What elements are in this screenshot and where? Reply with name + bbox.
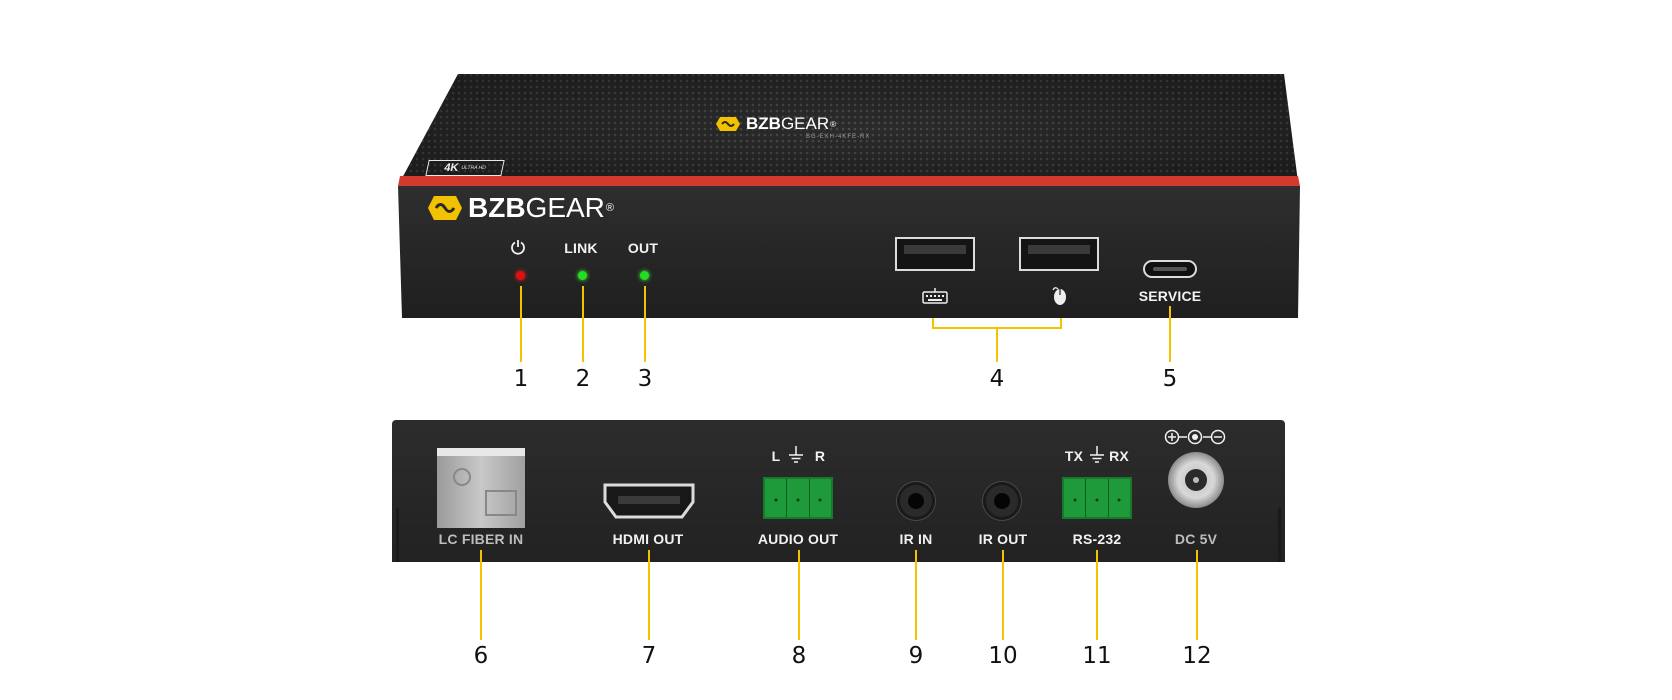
callout-line-5	[1169, 306, 1171, 362]
callout-line-7	[648, 550, 650, 640]
port-label-audio-out: AUDIO OUT	[757, 531, 839, 547]
badge-4k: 4K	[443, 162, 460, 174]
callout-12: 12	[1182, 643, 1212, 669]
keyboard-icon	[922, 288, 948, 304]
usb-keyboard-port	[895, 237, 975, 271]
port-label-ir-out: IR OUT	[978, 531, 1028, 547]
port-label-dc-5v: DC 5V	[1174, 531, 1218, 547]
lid-brand-light: GEAR	[780, 114, 830, 133]
callout-line-6	[480, 550, 482, 640]
mouse-icon	[1052, 287, 1066, 305]
ground-icon	[1090, 446, 1104, 463]
lid-brand-bold: BZB	[746, 114, 781, 133]
out-led	[640, 271, 649, 280]
usb-c-service-port	[1143, 260, 1197, 278]
service-label: SERVICE	[1138, 288, 1202, 304]
callout-line-8	[798, 550, 800, 640]
lid-brand-reg: ®	[830, 119, 837, 129]
4k-ultra-hd-badge: 4K ULTRA HD	[425, 160, 505, 176]
ir-out-jack	[983, 482, 1021, 520]
rear-device-panel	[392, 420, 1285, 562]
port-label-rs232: RS-232	[1072, 531, 1122, 547]
callout-line-3	[644, 286, 646, 362]
callout-10: 10	[988, 643, 1018, 669]
lid-brand-logo: BZB GEAR ®	[716, 114, 836, 134]
terminal-pin	[1064, 479, 1087, 517]
lc-fiber-sfp-cage	[437, 448, 525, 528]
callout-4: 4	[989, 366, 1005, 392]
terminal-pin	[810, 479, 831, 517]
badge-ultra-hd: ULTRA HD	[460, 165, 487, 171]
callout-11: 11	[1082, 643, 1112, 669]
front-brand-light: GEAR	[525, 192, 605, 223]
callout-8: 8	[791, 643, 807, 669]
callout-line-11	[1096, 550, 1098, 640]
rear-panel-edge-left	[396, 508, 399, 562]
dc-5v-jack	[1168, 452, 1224, 508]
callout-3: 3	[637, 366, 653, 392]
rs232-pin-rx: RX	[1109, 448, 1129, 464]
model-number: BG-EXH-4KFE-RX	[806, 134, 871, 140]
power-led	[516, 271, 525, 280]
rs232-terminal-block	[1062, 477, 1132, 519]
power-icon	[511, 240, 525, 255]
port-label-hdmi-out: HDMI OUT	[612, 531, 684, 547]
callout-9: 9	[908, 643, 924, 669]
link-led	[578, 271, 587, 280]
callout-6: 6	[473, 643, 489, 669]
callout-line-12	[1196, 550, 1198, 640]
callout-line-1	[520, 286, 522, 362]
callout-2: 2	[575, 366, 591, 392]
led-label-link: LINK	[564, 240, 598, 256]
front-device-top	[398, 74, 1300, 318]
hdmi-out-port	[603, 483, 695, 519]
ir-in-jack	[897, 482, 935, 520]
callout-line-4c	[996, 327, 998, 362]
terminal-pin	[765, 479, 788, 517]
audio-pin-r: R	[814, 448, 826, 464]
rs232-pin-tx: TX	[1064, 448, 1084, 464]
front-brand-bold: BZB	[468, 192, 526, 223]
audio-pin-l: L	[771, 448, 781, 464]
callout-line-9	[915, 550, 917, 640]
callout-line-10	[1002, 550, 1004, 640]
brand-hex-icon	[428, 196, 462, 220]
brand-hex-icon	[716, 117, 740, 131]
callout-line-2	[582, 286, 584, 362]
front-brand-logo: BZB GEAR ®	[428, 192, 614, 224]
dc-polarity-icon	[1164, 429, 1226, 445]
terminal-pin	[1109, 479, 1130, 517]
audio-out-terminal-block	[763, 477, 833, 519]
callout-1: 1	[513, 366, 529, 392]
front-brand-reg: ®	[605, 202, 615, 214]
terminal-pin	[1086, 479, 1109, 517]
usb-mouse-port	[1019, 237, 1099, 271]
rear-panel-edge-right	[1278, 508, 1281, 562]
callout-7: 7	[641, 643, 657, 669]
led-label-out: OUT	[627, 240, 659, 256]
port-label-ir-in: IR IN	[899, 531, 933, 547]
port-label-lc-fiber-in: LC FIBER IN	[438, 531, 524, 547]
callout-5: 5	[1162, 366, 1178, 392]
ground-icon	[789, 446, 803, 463]
terminal-pin	[787, 479, 810, 517]
